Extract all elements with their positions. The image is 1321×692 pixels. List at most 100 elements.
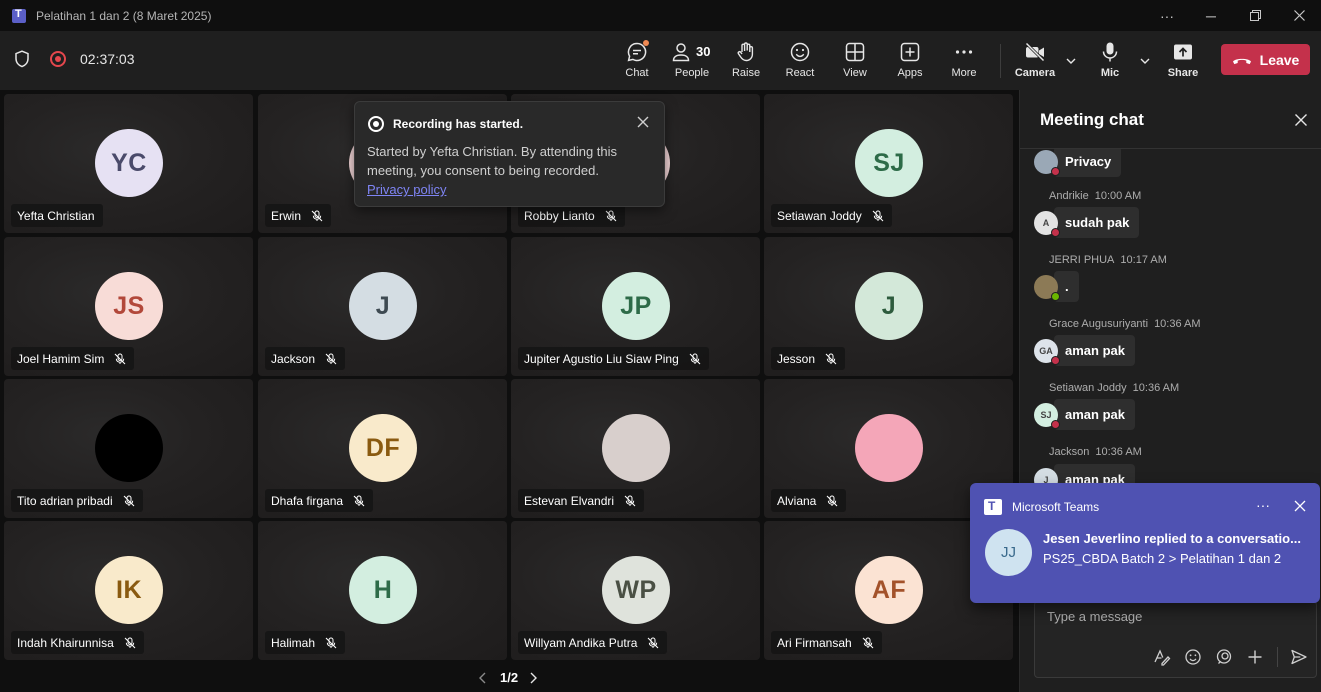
emoji-icon[interactable] bbox=[1184, 648, 1202, 666]
send-icon[interactable] bbox=[1290, 648, 1308, 666]
participant-name-tag: Ari Firmansah bbox=[771, 631, 882, 654]
participant-tile[interactable]: SJ Setiawan Joddy bbox=[764, 94, 1013, 233]
participant-name-tag: Alviana bbox=[771, 489, 847, 512]
participant-tile[interactable]: DF Dhafa firgana bbox=[258, 379, 507, 518]
mic-muted-icon bbox=[353, 495, 365, 506]
chat-message-meta: Setiawan Joddy 10:36 AM bbox=[1049, 382, 1179, 394]
chat-message[interactable]: GA aman pak bbox=[1034, 335, 1135, 366]
apps-button[interactable]: Apps bbox=[885, 41, 935, 85]
camera-options-chevron-icon[interactable] bbox=[1065, 55, 1077, 67]
people-button[interactable]: 30 People bbox=[667, 41, 717, 85]
participant-name: Jupiter Agustio Liu Siaw Ping bbox=[524, 351, 679, 366]
participant-tile[interactable]: Tito adrian pribadi bbox=[4, 379, 253, 518]
chat-time: 10:36 AM bbox=[1132, 382, 1180, 394]
participant-name: Willyam Andika Putra bbox=[524, 635, 638, 650]
participant-avatar: J bbox=[855, 272, 923, 340]
previous-page-icon[interactable] bbox=[478, 672, 488, 684]
privacy-policy-link[interactable]: Privacy policy bbox=[367, 182, 446, 197]
participant-name-tag: Jackson bbox=[265, 347, 346, 370]
mic-button[interactable]: Mic bbox=[1085, 41, 1135, 85]
chat-message-list[interactable]: Privacy Andrikie 10:00 AM Asudah pak JERRI P… bbox=[1020, 149, 1321, 489]
participant-avatar: YC bbox=[95, 129, 163, 197]
chat-message-meta: Grace Augusuriyanti 10:36 AM bbox=[1049, 318, 1201, 330]
teams-notification-toast[interactable]: Microsoft Teams ··· JJ Jesen Jeverlino r… bbox=[970, 483, 1320, 603]
participant-tile[interactable]: Estevan Elvandri bbox=[511, 379, 760, 518]
chat-message[interactable]: SJ aman pak bbox=[1034, 399, 1135, 430]
chat-avatar-initials: A bbox=[1042, 217, 1050, 228]
microphone-icon bbox=[1102, 42, 1118, 62]
loop-component-icon[interactable] bbox=[1215, 648, 1233, 666]
shield-icon[interactable] bbox=[14, 50, 30, 68]
close-window-button[interactable] bbox=[1277, 0, 1321, 31]
page-indicator: 1/2 bbox=[500, 670, 519, 685]
participant-avatar bbox=[602, 414, 670, 482]
participant-tile[interactable]: WP Willyam Andika Putra bbox=[511, 521, 760, 660]
chat-panel-title: Meeting chat bbox=[1040, 110, 1144, 129]
presence-status-icon bbox=[1051, 227, 1060, 237]
participant-tile[interactable]: IK Indah Khairunnisa bbox=[4, 521, 253, 660]
chat-sender: Grace Augusuriyanti bbox=[1049, 318, 1149, 330]
participant-tile[interactable]: J Jesson bbox=[764, 237, 1013, 376]
chat-avatar bbox=[1034, 149, 1060, 176]
participant-name: Indah Khairunnisa bbox=[17, 635, 114, 650]
participant-tile[interactable]: H Halimah bbox=[258, 521, 507, 660]
leave-button[interactable]: Leave bbox=[1221, 44, 1310, 75]
participant-name-tag: Setiawan Joddy bbox=[771, 204, 892, 227]
hang-up-icon bbox=[1232, 58, 1251, 64]
more-button[interactable]: More bbox=[939, 41, 989, 85]
chat-bubble: aman pak bbox=[1054, 335, 1135, 366]
recording-indicator-icon[interactable] bbox=[50, 51, 66, 67]
participant-tile[interactable]: JS Joel Hamim Sim bbox=[4, 237, 253, 376]
teams-logo-icon bbox=[984, 499, 1002, 515]
chat-message-meta: JERRI PHUA 10:17 AM bbox=[1049, 254, 1167, 266]
share-button[interactable]: Share bbox=[1158, 41, 1208, 85]
react-button[interactable]: React bbox=[775, 41, 825, 85]
mic-muted-icon bbox=[872, 210, 884, 221]
chat-message[interactable]: Asudah pak bbox=[1034, 207, 1140, 238]
next-page-icon[interactable] bbox=[528, 672, 538, 684]
participant-name-tag: Joel Hamim Sim bbox=[11, 347, 135, 370]
participant-name-tag: Robby Lianto bbox=[518, 204, 625, 227]
close-toast-icon[interactable] bbox=[636, 115, 650, 129]
notification-more-button[interactable]: ··· bbox=[1256, 497, 1270, 513]
leave-label: Leave bbox=[1259, 51, 1300, 68]
mic-options-chevron-icon[interactable] bbox=[1139, 55, 1151, 67]
chat-sender: Jackson bbox=[1049, 446, 1090, 458]
message-compose-box[interactable]: Type a message bbox=[1034, 601, 1317, 678]
chat-bubble: sudah pak bbox=[1054, 207, 1140, 238]
meeting-toolbar: 02:37:03 Chat 30 People Raise React View… bbox=[0, 31, 1321, 90]
raise-label: Raise bbox=[731, 67, 761, 79]
chat-button[interactable]: Chat bbox=[612, 40, 662, 85]
format-icon[interactable] bbox=[1153, 648, 1171, 666]
restore-button[interactable] bbox=[1233, 0, 1277, 31]
participant-tile[interactable]: YC Yefta Christian bbox=[4, 94, 253, 233]
chat-time: 10:36 AM bbox=[1095, 446, 1142, 458]
participant-tile[interactable]: J Jackson bbox=[258, 237, 507, 376]
mic-muted-icon bbox=[114, 353, 126, 364]
close-chat-icon[interactable] bbox=[1294, 113, 1308, 127]
chat-message[interactable]: Privacy bbox=[1034, 149, 1122, 177]
share-label: Share bbox=[1167, 67, 1199, 79]
minimize-button[interactable]: ─ bbox=[1189, 0, 1233, 31]
compose-divider bbox=[1277, 647, 1278, 667]
window-more-button[interactable]: ··· bbox=[1145, 0, 1189, 31]
participant-name-tag: Indah Khairunnisa bbox=[11, 631, 144, 654]
mic-muted-icon bbox=[624, 495, 636, 506]
camera-button[interactable]: Camera bbox=[1010, 41, 1060, 85]
notification-title: Jesen Jeverlino replied to a conversatio… bbox=[1043, 531, 1301, 546]
people-label: People bbox=[674, 67, 710, 79]
participant-tile[interactable]: JP Jupiter Agustio Liu Siaw Ping bbox=[511, 237, 760, 376]
chat-unread-badge bbox=[643, 40, 649, 46]
restore-icon bbox=[1249, 10, 1261, 21]
view-button[interactable]: View bbox=[830, 41, 880, 85]
add-attachment-icon[interactable] bbox=[1246, 648, 1264, 666]
chat-avatar: GA bbox=[1034, 338, 1060, 365]
more-label: More bbox=[951, 67, 977, 79]
chat-message[interactable]: . bbox=[1034, 271, 1079, 302]
camera-label: Camera bbox=[1014, 67, 1056, 79]
close-notification-icon[interactable] bbox=[1294, 500, 1306, 512]
participant-avatar: JP bbox=[602, 272, 670, 340]
message-input[interactable]: Type a message bbox=[1047, 609, 1142, 624]
raise-hand-button[interactable]: Raise bbox=[721, 41, 771, 85]
participant-name-tag: Jesson bbox=[771, 347, 846, 370]
